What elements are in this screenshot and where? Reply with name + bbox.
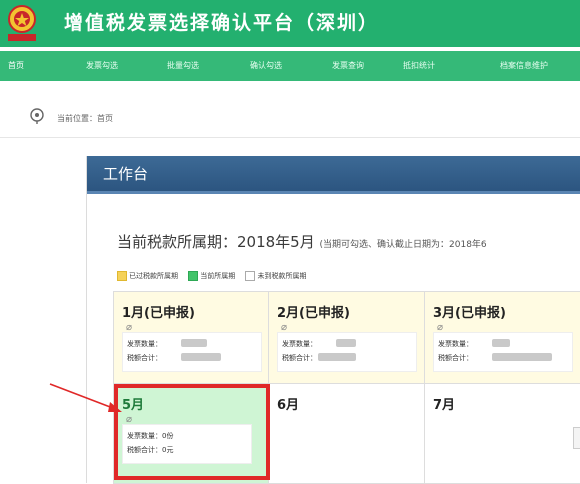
redacted-value <box>181 339 207 347</box>
app-title: 增值税发票选择确认平台（深圳） <box>64 12 380 34</box>
main-nav: 首页 发票勾选 批量勾选 确认勾选 发票查询 抵扣统计 档案信息维护 <box>0 51 580 81</box>
redacted-value <box>181 353 221 361</box>
nav-item-confirm-select[interactable]: 确认勾选 <box>250 51 282 81</box>
nav-item-deduction-stats[interactable]: 抵扣统计 <box>403 51 435 81</box>
redacted-value <box>336 339 356 347</box>
tax-total: 税额合计： <box>127 354 162 362</box>
month-cell-jun[interactable]: 6月 <box>269 384 425 484</box>
app-header: 增值税发票选择确认平台（深圳） <box>0 0 580 47</box>
legend-swatch-past <box>117 271 127 281</box>
tax-total: 税额合计： <box>438 354 473 362</box>
month-label: 7月 <box>433 398 456 413</box>
redacted-value <box>492 339 510 347</box>
nav-item-batch-select[interactable]: 批量勾选 <box>167 51 199 81</box>
nav-item-home[interactable]: 首页 <box>8 51 24 81</box>
legend-item-past: 已过税款所属期 <box>117 271 178 281</box>
panel-header: 工作台 <box>87 156 580 194</box>
nav-item-archive-maintenance[interactable]: 档案信息维护 <box>500 51 548 81</box>
tax-emblem-logo <box>8 5 36 41</box>
legend-swatch-current <box>188 271 199 281</box>
nav-item-invoice-select[interactable]: 发票勾选 <box>86 51 118 81</box>
month-label: 6月 <box>277 398 300 413</box>
month-label: 3月(已申报) <box>433 306 506 321</box>
breadcrumb: 当前位置：首页 <box>57 114 113 123</box>
month-label: 2月(已申报) <box>277 306 350 321</box>
tax-total: 税额合计： <box>282 354 317 362</box>
invoice-count: 发票数量： <box>282 340 317 348</box>
nav-item-invoice-query[interactable]: 发票查询 <box>332 51 364 81</box>
legend-item-future: 未到税款所属期 <box>245 271 306 281</box>
period-label: 当前税款所属期：2018年5月 (当期可勾选、确认截止日期为：2018年6 <box>117 231 487 252</box>
month-label: 1月(已申报) <box>122 306 195 321</box>
panel-title: 工作台 <box>103 165 149 183</box>
legend-swatch-future <box>245 271 256 281</box>
invoice-count: 发票数量： <box>438 340 473 348</box>
month-cell-mar[interactable]: 3月(已申报) ⌀ 发票数量： 税额合计： <box>425 292 580 384</box>
location-pin-icon <box>30 108 44 124</box>
month-info: 发票数量： 税额合计： <box>277 332 417 372</box>
redacted-value <box>492 353 552 361</box>
month-cell-feb[interactable]: 2月(已申报) ⌀ 发票数量： 税额合计： <box>269 292 425 384</box>
month-cell-jul[interactable]: 7月 <box>425 384 580 484</box>
invoice-count: 发票数量： <box>127 340 162 348</box>
month-info: 发票数量： 税额合计： <box>122 332 262 372</box>
divider <box>0 137 580 138</box>
month-info: 发票数量： 税额合计： <box>433 332 573 372</box>
highlight-box <box>114 384 270 480</box>
period-value: 当前税款所属期：2018年5月 <box>117 233 315 251</box>
legend: 已过税款所属期 当前所属期 未到税款所属期 <box>117 271 314 281</box>
period-note: (当期可勾选、确认截止日期为：2018年6 <box>319 240 487 250</box>
side-scroll-button[interactable] <box>573 427 580 449</box>
legend-item-current: 当前所属期 <box>188 271 235 281</box>
redacted-value <box>318 353 356 361</box>
month-cell-jan[interactable]: 1月(已申报) ⌀ 发票数量： 税额合计： <box>113 292 269 384</box>
